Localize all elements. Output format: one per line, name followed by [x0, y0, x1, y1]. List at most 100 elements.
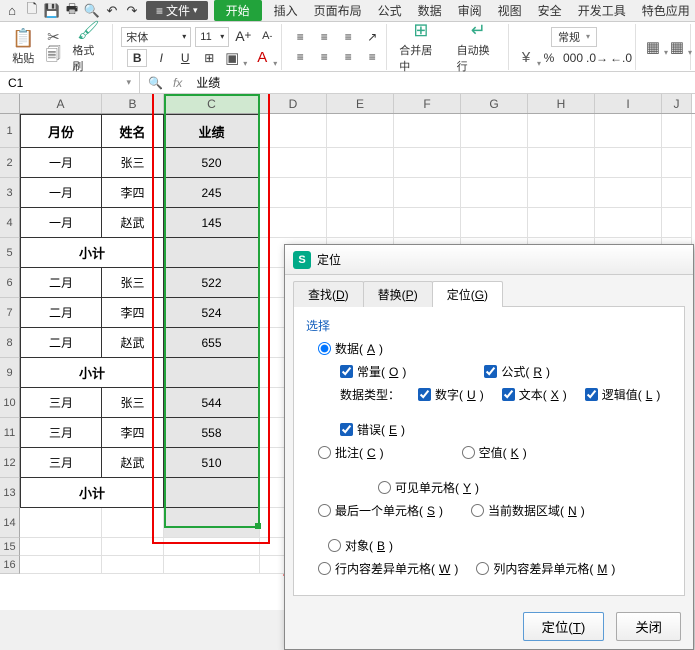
check-constant[interactable]: 常量(O)	[340, 363, 406, 380]
bold-button[interactable]: B	[127, 49, 147, 67]
number-format-select[interactable]: 常规	[551, 27, 597, 47]
tab-view[interactable]: 视图	[498, 2, 522, 19]
row-header[interactable]: 14	[0, 508, 20, 538]
cell[interactable]	[461, 178, 528, 208]
cell[interactable]: 小计	[20, 478, 164, 508]
row-header[interactable]: 15	[0, 538, 20, 556]
cell[interactable]	[595, 178, 662, 208]
format-brush-button[interactable]: 🖌格式刷	[68, 18, 108, 76]
font-size-select[interactable]: 11▾	[195, 27, 229, 47]
cell[interactable]: 510	[164, 448, 260, 478]
cell[interactable]: 李四	[102, 178, 164, 208]
tab-formula[interactable]: 公式	[378, 2, 402, 19]
decrease-font-icon[interactable]: A-	[257, 27, 277, 45]
radio-visible[interactable]: 可见单元格(Y)	[378, 479, 479, 496]
cell[interactable]	[260, 178, 327, 208]
cell[interactable]: 姓名	[102, 114, 164, 148]
cell[interactable]: 李四	[102, 418, 164, 448]
row-header[interactable]: 13	[0, 478, 20, 508]
cell[interactable]: 二月	[20, 298, 102, 328]
cell[interactable]	[164, 358, 260, 388]
row-header[interactable]: 5	[0, 238, 20, 268]
cell[interactable]	[164, 556, 260, 574]
currency-icon[interactable]: ¥	[517, 49, 535, 67]
cell[interactable]	[20, 556, 102, 574]
tab-start[interactable]: 开始	[214, 0, 262, 21]
cond-format-icon[interactable]: ▦	[644, 38, 662, 56]
radio-blank[interactable]: 空值(K)	[462, 444, 527, 461]
col-header-f[interactable]: F	[394, 94, 461, 113]
check-text[interactable]: 文本(X)	[502, 386, 567, 403]
table-style-icon[interactable]: ▦	[668, 38, 686, 56]
cell[interactable]: 544	[164, 388, 260, 418]
cell[interactable]	[662, 178, 692, 208]
row-header[interactable]: 8	[0, 328, 20, 358]
col-header-a[interactable]: A	[20, 94, 102, 113]
tab-security[interactable]: 安全	[538, 2, 562, 19]
row-header[interactable]: 7	[0, 298, 20, 328]
col-header-i[interactable]: I	[595, 94, 662, 113]
cell[interactable]: 赵武	[102, 328, 164, 358]
cell[interactable]	[20, 508, 102, 538]
cell[interactable]	[260, 114, 327, 148]
cell[interactable]	[327, 114, 394, 148]
col-header-c[interactable]: C	[164, 94, 260, 113]
tab-replace[interactable]: 替换(P)	[363, 281, 433, 307]
cell[interactable]: 赵武	[102, 208, 164, 238]
cell[interactable]	[528, 178, 595, 208]
col-header-d[interactable]: D	[260, 94, 327, 113]
print-icon[interactable]: 🖶	[64, 3, 80, 19]
align-top-icon[interactable]: ≡	[290, 28, 310, 46]
cell[interactable]: 524	[164, 298, 260, 328]
align-center-icon[interactable]: ≡	[314, 48, 334, 66]
row-header[interactable]: 4	[0, 208, 20, 238]
increase-font-icon[interactable]: A+	[233, 27, 253, 45]
cell[interactable]	[102, 538, 164, 556]
row-header[interactable]: 10	[0, 388, 20, 418]
indent-icon[interactable]: ≡	[362, 48, 382, 66]
cell[interactable]	[528, 208, 595, 238]
cut-icon[interactable]: ✂	[44, 28, 62, 46]
cell[interactable]	[20, 538, 102, 556]
select-all-corner[interactable]	[0, 94, 20, 113]
cell[interactable]: 小计	[20, 358, 164, 388]
cell[interactable]	[164, 508, 260, 538]
cell[interactable]: 赵武	[102, 448, 164, 478]
cell[interactable]: 李四	[102, 298, 164, 328]
cell[interactable]: 655	[164, 328, 260, 358]
formula-input[interactable]: 业绩	[190, 74, 695, 91]
row-header[interactable]: 2	[0, 148, 20, 178]
align-bot-icon[interactable]: ≡	[338, 28, 358, 46]
col-header-b[interactable]: B	[102, 94, 164, 113]
tab-developer[interactable]: 开发工具	[578, 2, 626, 19]
row-header[interactable]: 6	[0, 268, 20, 298]
cell[interactable]: 一月	[20, 208, 102, 238]
tab-review[interactable]: 审阅	[458, 2, 482, 19]
cell[interactable]	[327, 178, 394, 208]
cell[interactable]: 145	[164, 208, 260, 238]
cell[interactable]: 三月	[20, 418, 102, 448]
cell[interactable]	[595, 114, 662, 148]
cell[interactable]: 245	[164, 178, 260, 208]
check-number[interactable]: 数字(U)	[418, 386, 484, 403]
cell[interactable]: 520	[164, 148, 260, 178]
cell[interactable]	[164, 478, 260, 508]
cell[interactable]: 月份	[20, 114, 102, 148]
merge-center-button[interactable]: ⊞合并居中	[395, 18, 446, 76]
radio-col-diff[interactable]: 列内容差异单元格(M)	[476, 560, 615, 577]
cell[interactable]: 三月	[20, 448, 102, 478]
file-menu[interactable]: ≡文件	[146, 1, 208, 20]
radio-data[interactable]: 数据(A)	[318, 340, 383, 357]
cell[interactable]	[662, 148, 692, 178]
name-box[interactable]: C1▾	[0, 72, 140, 94]
check-error[interactable]: 错误(E)	[340, 421, 405, 438]
tab-special[interactable]: 特色应用	[642, 2, 690, 19]
cell[interactable]: 二月	[20, 268, 102, 298]
cell[interactable]	[662, 208, 692, 238]
font-name-select[interactable]: 宋体▾	[121, 27, 191, 47]
cell[interactable]: 业绩	[164, 114, 260, 148]
row-header[interactable]: 11	[0, 418, 20, 448]
italic-button[interactable]: I	[151, 49, 171, 67]
cell[interactable]: 三月	[20, 388, 102, 418]
cell[interactable]	[394, 114, 461, 148]
